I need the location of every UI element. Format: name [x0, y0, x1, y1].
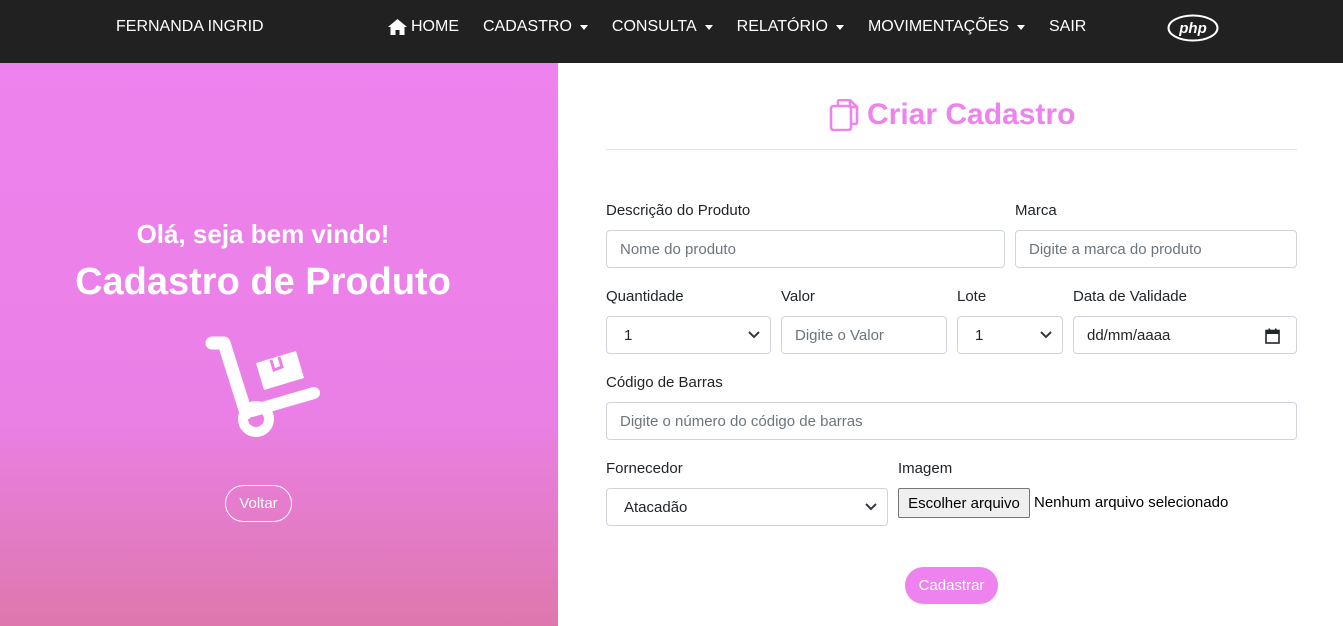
- nav-item-sair[interactable]: SAIR: [1049, 18, 1086, 36]
- nav-item-movimentacoes[interactable]: MOVIMENTAÇÕES: [868, 18, 1025, 36]
- nav-item-label: RELATÓRIO: [736, 18, 828, 35]
- nav-item-label: CONSULTA: [611, 18, 697, 35]
- nav-item-consulta[interactable]: CONSULTA: [612, 18, 713, 36]
- validade-placeholder: dd/mm/aaaa: [1087, 326, 1171, 344]
- valor-label: Valor: [781, 288, 815, 305]
- lote-select[interactable]: 1: [957, 316, 1063, 354]
- caret-down-icon: [1016, 24, 1025, 30]
- marca-input[interactable]: Digite a marca do produto: [1015, 230, 1297, 268]
- form-title-text: Criar Cadastro: [867, 98, 1076, 131]
- back-button[interactable]: Voltar: [225, 485, 292, 522]
- home-icon: [388, 19, 407, 35]
- fornecedor-value: Atacadão: [624, 498, 688, 516]
- chevron-down-icon: [865, 503, 877, 511]
- lote-label: Lote: [957, 288, 987, 305]
- marca-label: Marca: [1015, 202, 1057, 219]
- calendar-icon[interactable]: [1265, 328, 1280, 344]
- form-title: Criar Cadastro: [829, 98, 1075, 132]
- validade-date-input[interactable]: dd/mm/aaaa: [1073, 316, 1297, 354]
- hand-truck-icon: [205, 336, 320, 437]
- title-divider: [606, 149, 1297, 150]
- nav-item-label: HOME: [411, 18, 459, 35]
- copy-icon: [829, 99, 859, 131]
- fornecedor-select[interactable]: Atacadão: [606, 488, 888, 526]
- codigo-label: Código de Barras: [606, 374, 723, 391]
- submit-button[interactable]: Cadastrar: [905, 567, 998, 604]
- nav-item-relatorio[interactable]: RELATÓRIO: [737, 18, 844, 36]
- navbar-brand[interactable]: FERNANDA INGRID: [116, 18, 264, 36]
- welcome-text: Olá, seja bem vindo!: [136, 219, 390, 249]
- left-panel: Olá, seja bem vindo! Cadastro de Produto…: [0, 63, 558, 626]
- chevron-down-icon: [1040, 331, 1052, 339]
- nav-item-label: CADASTRO: [483, 18, 572, 35]
- caret-down-icon: [579, 24, 588, 30]
- nav-item-home[interactable]: HOME: [388, 18, 459, 36]
- main-nav: HOME CADASTRO CONSULTA RELATÓRIO MOVIMEN…: [388, 18, 1110, 36]
- file-status-text: Nenhum arquivo selecionado: [1034, 494, 1229, 511]
- caret-down-icon: [835, 24, 844, 30]
- quantidade-label: Quantidade: [606, 288, 684, 305]
- caret-down-icon: [704, 24, 713, 30]
- validade-label: Data de Validade: [1073, 288, 1187, 305]
- quantidade-value: 1: [624, 326, 633, 344]
- php-logo-icon: php: [1167, 14, 1219, 42]
- choose-file-button[interactable]: Escolher arquivo: [898, 488, 1030, 518]
- descricao-input[interactable]: Nome do produto: [606, 230, 1005, 268]
- valor-input[interactable]: Digite o Valor: [781, 316, 947, 354]
- top-navbar: FERNANDA INGRID HOME CADASTRO CONSULTA R…: [0, 0, 1343, 63]
- chevron-down-icon: [748, 331, 760, 339]
- imagem-label: Imagem: [898, 460, 953, 477]
- quantidade-select[interactable]: 1: [606, 316, 771, 354]
- nav-item-label: MOVIMENTAÇÕES: [867, 18, 1009, 35]
- nav-item-label: SAIR: [1048, 18, 1087, 35]
- nav-item-cadastro[interactable]: CADASTRO: [483, 18, 588, 36]
- descricao-label: Descrição do Produto: [606, 202, 751, 219]
- lote-value: 1: [975, 326, 984, 344]
- fornecedor-label: Fornecedor: [606, 460, 683, 477]
- codigo-input[interactable]: Digite o número do código de barras: [606, 402, 1297, 440]
- page-heading: Cadastro de Produto: [75, 261, 451, 303]
- php-logo-text: php: [1178, 20, 1207, 37]
